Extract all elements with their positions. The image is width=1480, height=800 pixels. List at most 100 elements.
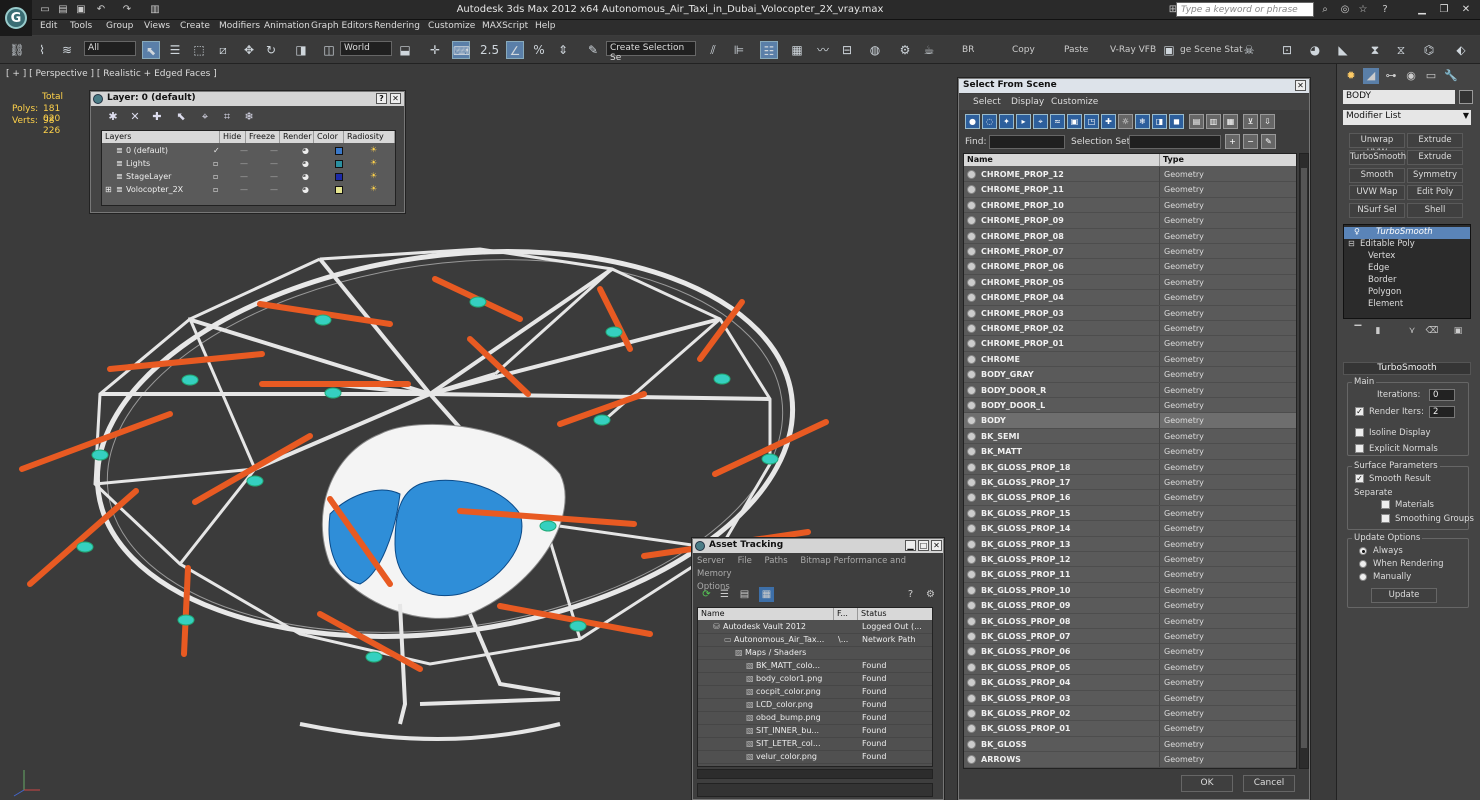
asset-table[interactable]: Name F... Status ⛁ Autodesk Vault 2012 Log… bbox=[697, 607, 933, 767]
edit-named-selection-icon[interactable]: ✎ bbox=[584, 41, 602, 59]
paste-button[interactable]: Paste bbox=[1064, 45, 1088, 55]
scene-object-row[interactable]: BODY Geometry bbox=[964, 413, 1296, 429]
spinner-snap-icon[interactable]: ⇕ bbox=[554, 41, 572, 59]
br-button[interactable]: BR bbox=[962, 45, 974, 55]
current-layer-check[interactable]: ✓ bbox=[213, 146, 220, 155]
iterations-spinner[interactable]: 0 bbox=[1429, 389, 1455, 401]
light-bulb-icon[interactable]: ♀ bbox=[1354, 227, 1360, 236]
col-freeze[interactable]: Freeze bbox=[246, 131, 280, 143]
named-selection-sets-select[interactable]: Create Selection Se bbox=[606, 41, 696, 63]
keyframe-icon[interactable]: ⧖ bbox=[1392, 41, 1410, 59]
layer-color-swatch[interactable] bbox=[335, 160, 343, 168]
display-groups-icon[interactable]: ▣ bbox=[1067, 114, 1082, 129]
asset-menu-bitmap[interactable]: Bitmap Performance and Memory bbox=[697, 556, 906, 579]
layer-color-swatch[interactable] bbox=[335, 173, 343, 181]
col-render[interactable]: Render bbox=[280, 131, 314, 143]
minimize-button[interactable]: ▁ bbox=[1412, 2, 1432, 17]
sfs-menu-select[interactable]: Select bbox=[973, 97, 1001, 107]
asset-menu-paths[interactable]: Paths bbox=[765, 556, 788, 566]
redo-icon[interactable]: ↷ bbox=[120, 3, 134, 16]
teapot-icon[interactable]: ◕ bbox=[1306, 41, 1324, 59]
mirror-icon[interactable]: ⫽ bbox=[704, 41, 722, 59]
select-dependents-icon[interactable]: ⇩ bbox=[1260, 114, 1275, 129]
select-scale-icon[interactable]: ◨ bbox=[292, 41, 310, 59]
display-spacewarps-icon[interactable]: ≈ bbox=[1050, 114, 1065, 129]
scene-object-row[interactable]: CHROME_PROP_01 Geometry bbox=[964, 336, 1296, 352]
animation-key-icon[interactable]: ⌬ bbox=[1420, 41, 1438, 59]
turbosmooth-rollout-header[interactable]: TurboSmooth bbox=[1343, 362, 1471, 375]
asset-col-path[interactable]: F... bbox=[834, 608, 858, 620]
scene-explorer-icon[interactable]: ⬖ bbox=[1452, 41, 1470, 59]
highlight-layer-icon[interactable]: ⌖ bbox=[197, 110, 213, 124]
menu-create[interactable]: Create bbox=[180, 21, 210, 31]
scene-object-row[interactable]: CHROME_PROP_11 Geometry bbox=[964, 182, 1296, 198]
sfs-menu-customize[interactable]: Customize bbox=[1051, 97, 1098, 107]
make-unique-icon[interactable]: ⋎ bbox=[1405, 326, 1419, 340]
asset-row[interactable]: ▧ obod_bump.png Found bbox=[698, 712, 932, 725]
hide-toggle[interactable]: — bbox=[240, 146, 248, 155]
sfs-title-bar[interactable]: Select From Scene ✕ bbox=[959, 79, 1309, 93]
menu-maxscript[interactable]: MAXScript bbox=[482, 21, 528, 31]
asset-row[interactable]: ▧ BK_MATT_colo... Found bbox=[698, 660, 932, 673]
asset-close-button[interactable]: ✕ bbox=[931, 540, 942, 551]
edit-poly-button[interactable]: Edit Poly bbox=[1407, 185, 1463, 200]
col-hide[interactable]: Hide bbox=[220, 131, 246, 143]
project-folder-icon[interactable]: ▥ bbox=[148, 3, 162, 16]
container-icon[interactable]: ⊡ bbox=[1278, 41, 1296, 59]
hide-toggle[interactable]: — bbox=[240, 159, 248, 168]
scene-object-row[interactable]: BK_MATT Geometry bbox=[964, 444, 1296, 460]
when-rendering-radio[interactable] bbox=[1359, 560, 1367, 568]
scene-object-row[interactable]: BK_GLOSS_PROP_02 Geometry bbox=[964, 706, 1296, 722]
material-editor-icon[interactable]: ◍ bbox=[866, 41, 884, 59]
stack-item-border[interactable]: Border bbox=[1344, 275, 1470, 287]
radiosity-icon[interactable]: ☀ bbox=[370, 158, 377, 167]
asset-row[interactable]: ▧ LCD_color.png Found bbox=[698, 699, 932, 712]
utilities-tab-icon[interactable]: 🔧 bbox=[1443, 68, 1459, 84]
display-bones-icon[interactable]: ✚ bbox=[1101, 114, 1116, 129]
asset-row[interactable]: ⛁ Autodesk Vault 2012 Logged Out (... bbox=[698, 621, 932, 634]
scene-object-row[interactable]: CHROME_PROP_05 Geometry bbox=[964, 274, 1296, 291]
display-all-icon[interactable]: ◼ bbox=[1169, 114, 1184, 129]
menu-views[interactable]: Views bbox=[144, 21, 170, 31]
binoculars-icon[interactable]: ⌕ bbox=[1318, 3, 1332, 16]
selection-set-select[interactable] bbox=[1129, 135, 1221, 149]
menu-tools[interactable]: Tools bbox=[70, 21, 92, 31]
freeze-toggle[interactable]: — bbox=[270, 172, 278, 181]
display-cameras-icon[interactable]: ▸ bbox=[1016, 114, 1031, 129]
freeze-all-icon[interactable]: ❄ bbox=[241, 110, 257, 124]
render-setup-icon[interactable]: ⚙ bbox=[896, 41, 914, 59]
asset-settings-icon[interactable]: ⚙ bbox=[923, 587, 938, 602]
menu-customize[interactable]: Customize bbox=[428, 21, 475, 31]
scene-states-button[interactable]: ge Scene Stat bbox=[1180, 45, 1243, 55]
select-in-layer-icon[interactable]: ⬉ bbox=[173, 110, 189, 124]
scene-object-row[interactable]: BK_GLOSS_PROP_17 Geometry bbox=[964, 475, 1296, 491]
scene-object-row[interactable]: BK_GLOSS_PROP_08 Geometry bbox=[964, 613, 1296, 629]
hide-toggle[interactable]: — bbox=[240, 172, 248, 181]
stack-item-polygon[interactable]: Polygon bbox=[1344, 287, 1470, 299]
asset-row[interactable]: ▧ SIT_LETER_col... Found bbox=[698, 738, 932, 751]
display-xrefs-icon[interactable]: ◳ bbox=[1084, 114, 1099, 129]
layer-color-swatch[interactable] bbox=[335, 186, 343, 194]
asset-menu-server[interactable]: Server bbox=[697, 556, 725, 566]
stack-item-editable-poly[interactable]: Editable Poly bbox=[1344, 239, 1470, 251]
viewport-label[interactable]: [ + ] [ Perspective ] [ Realistic + Edge… bbox=[6, 69, 217, 79]
unlink-icon[interactable]: ⌇ bbox=[33, 41, 51, 59]
modifier-stack[interactable]: TurboSmooth Editable Poly Vertex Edge Bo… bbox=[1343, 224, 1471, 319]
open-file-icon[interactable]: ▤ bbox=[56, 3, 70, 16]
snaps-toggle-icon[interactable]: 2.5 bbox=[480, 41, 499, 59]
sfs-scroll-thumb[interactable] bbox=[1301, 168, 1307, 748]
scene-object-list[interactable]: Name Type CHROME_PROP_12 Geometry CHROME_P… bbox=[963, 153, 1297, 769]
help-icon[interactable]: ? bbox=[1378, 3, 1392, 16]
display-helpers-icon[interactable]: ⌖ bbox=[1033, 114, 1048, 129]
scene-object-row[interactable]: CHROME_PROP_03 Geometry bbox=[964, 305, 1296, 321]
filter-icon[interactable]: ⊻ bbox=[1243, 114, 1258, 129]
col-layers[interactable]: Layers bbox=[102, 131, 220, 143]
render-iters-checkbox[interactable]: ✓ bbox=[1355, 407, 1364, 416]
explicit-normals-checkbox[interactable] bbox=[1355, 444, 1364, 453]
current-layer-check[interactable]: ▫ bbox=[213, 185, 218, 194]
col-name[interactable]: Name bbox=[964, 154, 1160, 166]
asset-minimize-button[interactable]: ▁ bbox=[905, 540, 916, 551]
ok-button[interactable]: OK bbox=[1181, 775, 1233, 792]
pivot-center-icon[interactable]: ⬓ bbox=[396, 41, 414, 59]
layer-color-swatch[interactable] bbox=[335, 147, 343, 155]
